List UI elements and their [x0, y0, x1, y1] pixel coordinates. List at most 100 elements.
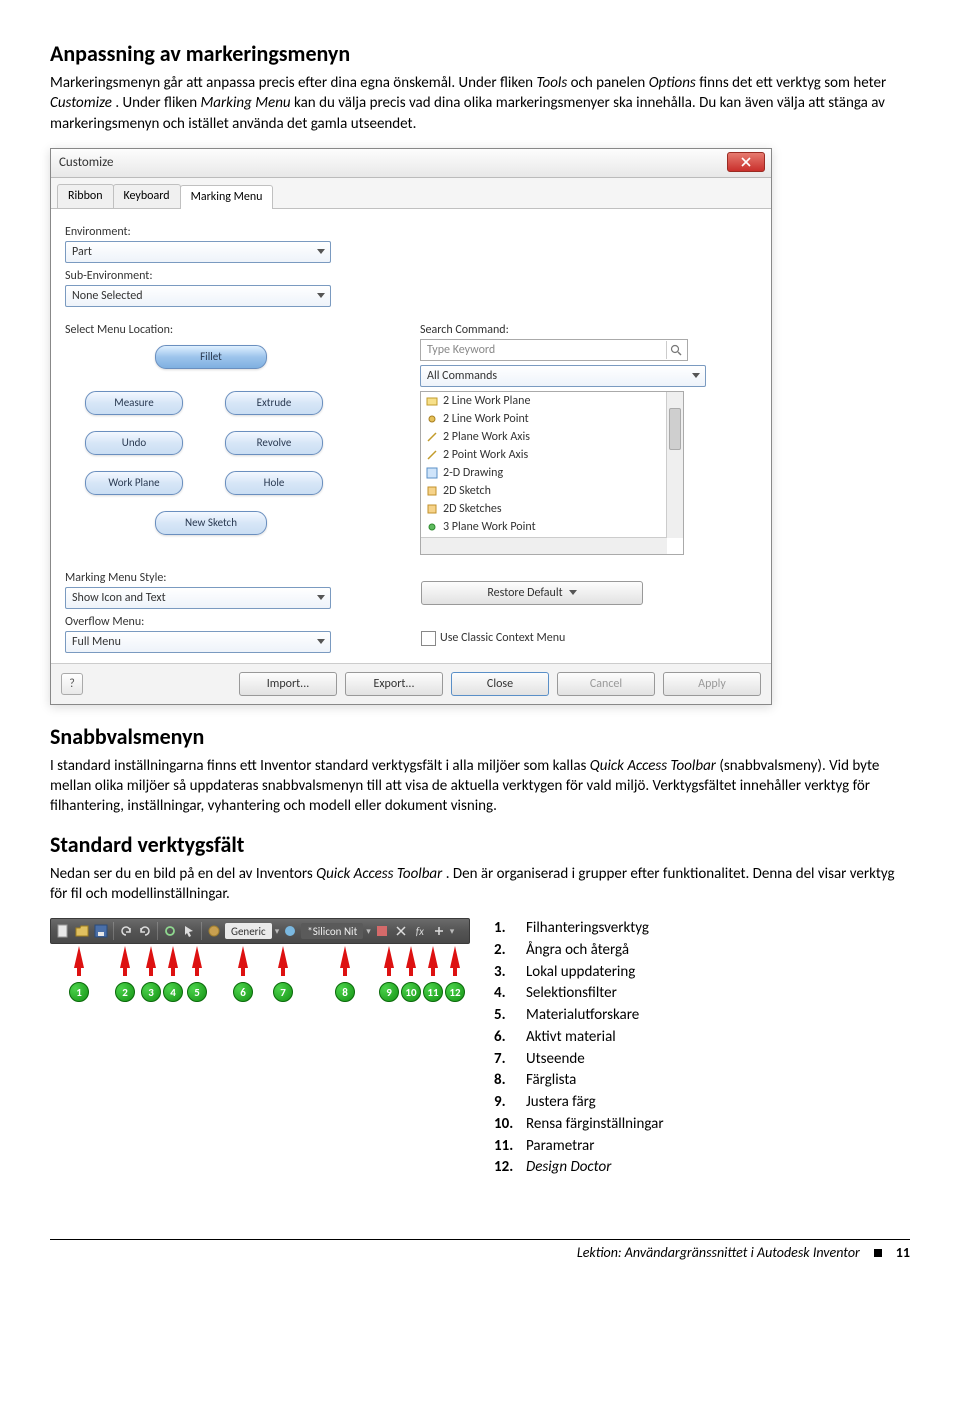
chevron-down-icon[interactable]: ▾	[275, 926, 280, 937]
pill-measure[interactable]: Measure	[85, 391, 183, 415]
checkbox-label: Use Classic Context Menu	[440, 631, 565, 645]
legend-text: Färglista	[526, 1070, 576, 1092]
close-icon[interactable]	[727, 152, 765, 172]
material-dropdown[interactable]: Generic	[225, 923, 272, 939]
list-item[interactable]: 2D Sketch	[421, 482, 683, 500]
num-badge: 12	[445, 982, 465, 1002]
appearance-icon[interactable]	[282, 923, 298, 939]
list-item: 7.Utseende	[494, 1049, 664, 1071]
vertical-scrollbar[interactable]	[666, 392, 683, 538]
pill-revolve[interactable]: Revolve	[225, 431, 323, 455]
num-badge: 4	[163, 982, 183, 1002]
num-badge: 6	[233, 982, 253, 1002]
plane-icon	[425, 394, 439, 408]
list-item[interactable]: 2 Line Work Plane	[421, 392, 683, 410]
update-icon[interactable]	[162, 923, 178, 939]
arrow-icon	[168, 946, 178, 968]
list-item[interactable]: 2 Point Work Axis	[421, 446, 683, 464]
txt: Nedan ser du en bild på en del av Invent…	[50, 865, 316, 883]
axis-icon	[425, 448, 439, 462]
export-button[interactable]: Export...	[345, 672, 443, 696]
pill-undo[interactable]: Undo	[85, 431, 183, 455]
legend-num: 10.	[494, 1114, 526, 1136]
apply-button[interactable]: Apply	[663, 672, 761, 696]
txt-italic: Options	[649, 74, 696, 92]
plus-icon[interactable]	[431, 923, 447, 939]
environment-dropdown[interactable]: Part	[65, 241, 331, 263]
btn-label: Restore Default	[487, 586, 562, 600]
list-item[interactable]: 2-D Drawing	[421, 464, 683, 482]
separator	[201, 922, 202, 940]
chevron-down-icon[interactable]: ▾	[450, 926, 455, 937]
command-list[interactable]: 2 Line Work Plane 2 Line Work Point 2 Pl…	[420, 391, 684, 555]
customize-dialog: Customize Ribbon Keyboard Marking Menu E…	[50, 148, 772, 705]
appearance-dropdown[interactable]: *Silicon Nit	[301, 923, 363, 939]
fx-icon[interactable]: fx	[412, 923, 428, 939]
btn-label: Import...	[267, 677, 310, 691]
list-label: 2D Sketch	[443, 484, 491, 498]
material-icon[interactable]	[206, 923, 222, 939]
arrow-annotations: 1 2 3 4 5 6 7 8 9 10 11 12	[50, 946, 470, 1002]
pill-newsketch[interactable]: New Sketch	[155, 511, 267, 535]
save-icon[interactable]	[93, 923, 109, 939]
help-icon[interactable]: ?	[61, 673, 83, 695]
legend-num: 7.	[494, 1049, 526, 1071]
arrow-icon	[406, 946, 416, 968]
legend-text: Lokal uppdatering	[526, 962, 635, 984]
restore-default-button[interactable]: Restore Default	[421, 581, 643, 605]
num-badge: 2	[115, 982, 135, 1002]
list-item[interactable]: 2D Sketches	[421, 500, 683, 518]
undo-icon[interactable]	[118, 923, 134, 939]
list-label: 2D Sketches	[443, 502, 502, 516]
pill-workplane[interactable]: Work Plane	[85, 471, 183, 495]
pill-fillet[interactable]: Fillet	[155, 345, 267, 369]
select-icon[interactable]	[181, 923, 197, 939]
style-dropdown[interactable]: Show Icon and Text	[65, 587, 331, 609]
legend-num: 6.	[494, 1027, 526, 1049]
environment-label: Environment:	[65, 225, 757, 239]
arrow-icon	[146, 946, 156, 968]
pill-hole[interactable]: Hole	[225, 471, 323, 495]
list-item: 8.Färglista	[494, 1070, 664, 1092]
dialog-title: Customize	[59, 155, 113, 170]
dialog-titlebar[interactable]: Customize	[51, 149, 771, 178]
category-dropdown[interactable]: All Commands	[420, 365, 706, 387]
section-title-3: Standard verktygsfält	[50, 831, 910, 858]
open-icon[interactable]	[74, 923, 90, 939]
list-label: 2 Line Work Plane	[443, 394, 530, 408]
pill-extrude[interactable]: Extrude	[225, 391, 323, 415]
btn-label: Close	[487, 677, 513, 691]
tab-marking-menu[interactable]: Marking Menu	[180, 185, 274, 209]
search-icon[interactable]	[666, 341, 685, 359]
search-input[interactable]: Type Keyword	[420, 339, 688, 361]
list-item[interactable]: 2 Line Work Point	[421, 410, 683, 428]
tab-keyboard[interactable]: Keyboard	[113, 184, 181, 208]
legend-text: Ångra och återgå	[526, 940, 629, 962]
arrow-icon	[74, 946, 84, 968]
color-icon[interactable]	[374, 923, 390, 939]
arrow-icon	[238, 946, 248, 968]
horizontal-scrollbar[interactable]	[421, 537, 667, 554]
subenv-dropdown[interactable]: None Selected	[65, 285, 331, 307]
tab-ribbon[interactable]: Ribbon	[57, 184, 114, 208]
list-label: 2 Plane Work Axis	[443, 430, 530, 444]
classic-context-checkbox[interactable]: Use Classic Context Menu	[421, 631, 757, 646]
list-item[interactable]: 2 Plane Work Axis	[421, 428, 683, 446]
list-item[interactable]: 3 Plane Work Point	[421, 518, 683, 536]
overflow-dropdown[interactable]: Full Menu	[65, 631, 331, 653]
list-label: 3 Plane Work Point	[443, 520, 536, 534]
dialog-footer: ? Import... Export... Close Cancel Apply	[51, 663, 771, 704]
list-item: 10.Rensa färginställningar	[494, 1114, 664, 1136]
axis-icon	[425, 430, 439, 444]
import-button[interactable]: Import...	[239, 672, 337, 696]
close-button[interactable]: Close	[451, 672, 549, 696]
redo-icon[interactable]	[137, 923, 153, 939]
search-command-label: Search Command:	[420, 323, 757, 337]
new-icon[interactable]	[55, 923, 71, 939]
clear-icon[interactable]	[393, 923, 409, 939]
list-item: 5.Materialutforskare	[494, 1005, 664, 1027]
cancel-button[interactable]: Cancel	[557, 672, 655, 696]
section-title-2: Snabbvalsmenyn	[50, 723, 910, 750]
num-badge: 11	[423, 982, 443, 1002]
chevron-down-icon[interactable]: ▾	[366, 926, 371, 937]
